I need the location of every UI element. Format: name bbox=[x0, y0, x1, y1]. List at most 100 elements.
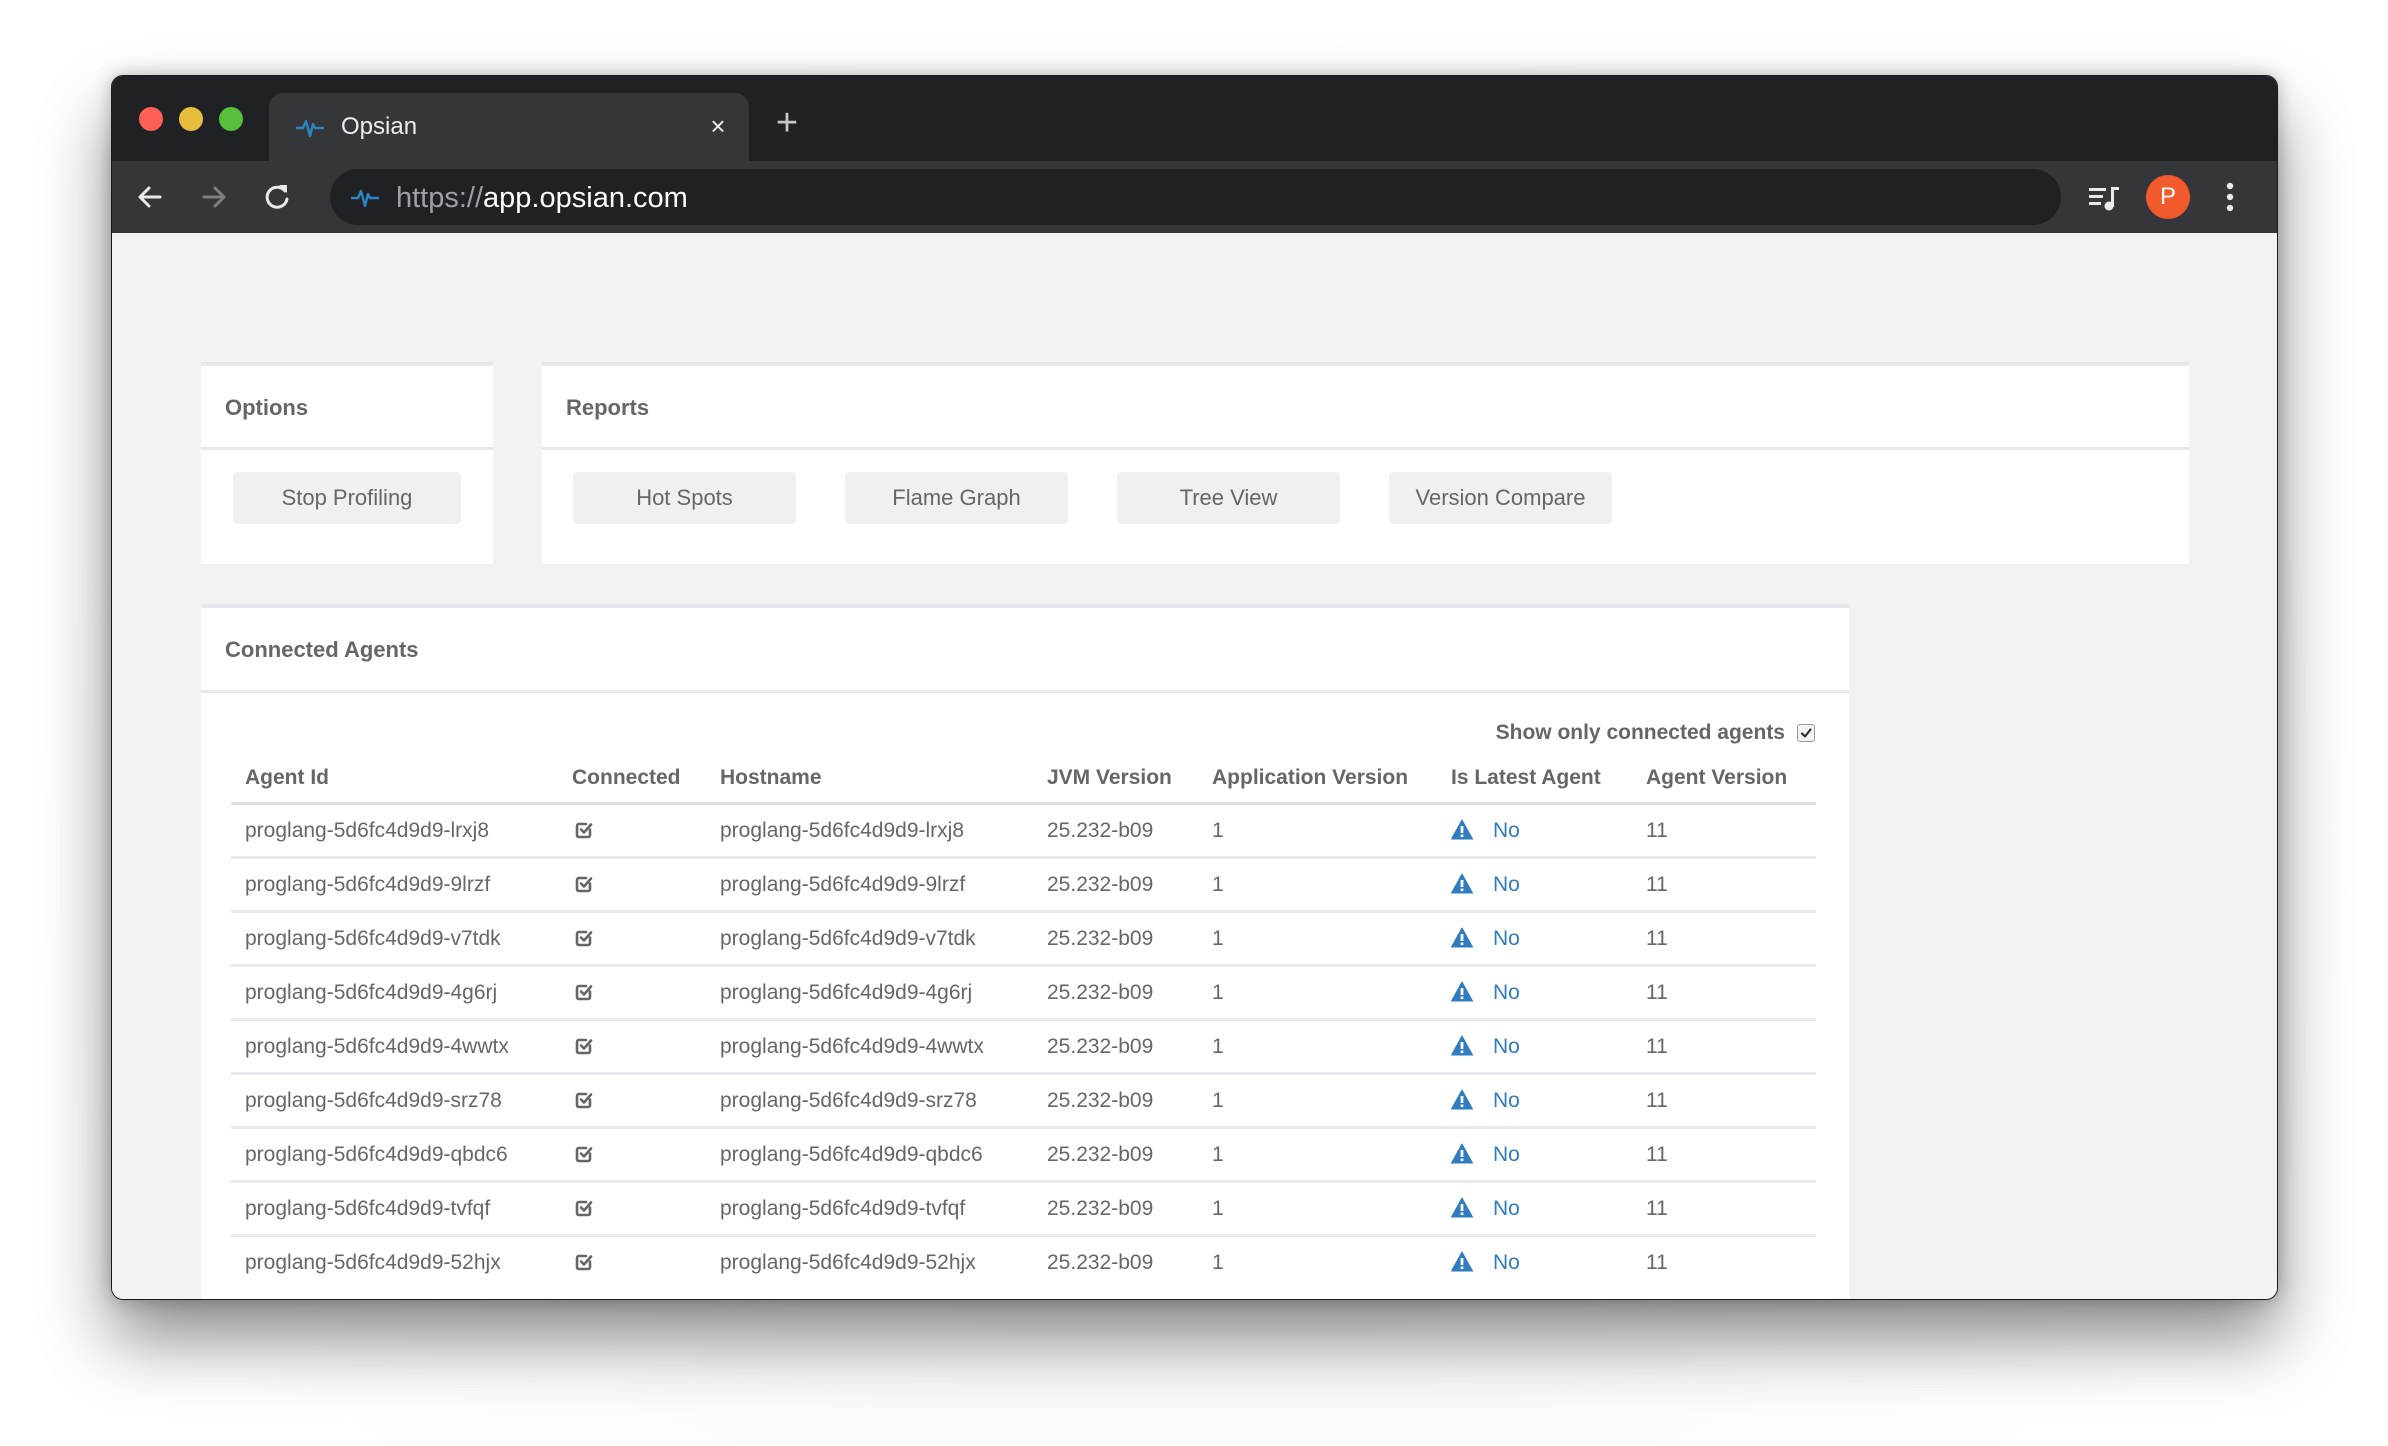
address-bar[interactable]: https://app.opsian.com bbox=[330, 169, 2061, 225]
tab-opsian[interactable]: Opsian × bbox=[269, 93, 749, 161]
hostname-cell: proglang-5d6fc4d9d9-4wwtx bbox=[720, 1035, 984, 1058]
app-version-cell: 1 bbox=[1212, 927, 1224, 950]
is-latest-link[interactable]: No bbox=[1493, 1089, 1520, 1113]
warning-icon bbox=[1451, 1143, 1473, 1164]
is-latest-link[interactable]: No bbox=[1493, 873, 1520, 897]
table-body: proglang-5d6fc4d9d9-lrxj8 proglang-5d6fc… bbox=[231, 805, 1816, 1288]
table-row[interactable]: proglang-5d6fc4d9d9-v7tdk proglang-5d6fc… bbox=[231, 913, 1816, 967]
new-tab-button[interactable]: + bbox=[772, 104, 802, 142]
table-row[interactable]: proglang-5d6fc4d9d9-lrxj8 proglang-5d6fc… bbox=[231, 805, 1816, 859]
agents-title: Connected Agents bbox=[225, 637, 419, 662]
col-agent-id[interactable]: Agent Id bbox=[245, 766, 329, 790]
version-compare-button[interactable]: Version Compare bbox=[1389, 472, 1612, 524]
hot-spots-button[interactable]: Hot Spots bbox=[573, 472, 796, 524]
app-version-cell: 1 bbox=[1212, 1197, 1224, 1220]
jvm-version-cell: 25.232-b09 bbox=[1047, 1143, 1154, 1166]
col-jvm-version[interactable]: JVM Version bbox=[1047, 766, 1172, 790]
hostname-cell: proglang-5d6fc4d9d9-tvfqf bbox=[720, 1197, 966, 1220]
connected-agents-panel: Connected Agents Show only connected age… bbox=[201, 604, 1849, 1299]
jvm-version-cell: 25.232-b09 bbox=[1047, 819, 1154, 842]
flame-graph-button[interactable]: Flame Graph bbox=[845, 472, 1068, 524]
forward-button[interactable] bbox=[196, 179, 232, 215]
is-latest-link[interactable]: No bbox=[1493, 927, 1520, 951]
app-version-cell: 1 bbox=[1212, 1143, 1224, 1166]
connected-filter[interactable]: Show only connected agents bbox=[1496, 720, 1815, 746]
pulse-icon bbox=[296, 119, 324, 138]
warning-icon bbox=[1451, 1089, 1473, 1110]
more-vert-icon[interactable] bbox=[2222, 179, 2238, 215]
agent-id-cell: proglang-5d6fc4d9d9-tvfqf bbox=[245, 1197, 491, 1220]
jvm-version-cell: 25.232-b09 bbox=[1047, 1251, 1154, 1274]
jvm-version-cell: 25.232-b09 bbox=[1047, 927, 1154, 950]
agent-id-cell: proglang-5d6fc4d9d9-9lrzf bbox=[245, 873, 491, 896]
reports-header: Reports bbox=[542, 366, 2189, 450]
is-latest-link[interactable]: No bbox=[1493, 1035, 1520, 1059]
check-square-icon bbox=[575, 1038, 593, 1055]
app-version-cell: 1 bbox=[1212, 819, 1224, 842]
is-latest-link[interactable]: No bbox=[1493, 1197, 1520, 1221]
check-square-icon bbox=[575, 822, 593, 839]
table-row[interactable]: proglang-5d6fc4d9d9-tvfqf proglang-5d6fc… bbox=[231, 1183, 1816, 1237]
agent-id-cell: proglang-5d6fc4d9d9-v7tdk bbox=[245, 927, 501, 950]
col-hostname[interactable]: Hostname bbox=[720, 766, 822, 790]
is-latest-link[interactable]: No bbox=[1493, 1143, 1520, 1167]
table-row[interactable]: proglang-5d6fc4d9d9-52hjx proglang-5d6fc… bbox=[231, 1237, 1816, 1288]
options-title: Options bbox=[225, 395, 309, 420]
check-square-icon bbox=[575, 1092, 593, 1109]
agents-table: Agent Id Connected Hostname JVM Version … bbox=[231, 758, 1816, 1288]
minimize-window-button[interactable] bbox=[179, 107, 203, 131]
checkmark-icon bbox=[1800, 728, 1812, 738]
connected-filter-checkbox[interactable] bbox=[1797, 724, 1815, 742]
app-version-cell: 1 bbox=[1212, 1035, 1224, 1058]
agent-version-cell: 11 bbox=[1646, 1089, 1668, 1112]
agent-id-cell: proglang-5d6fc4d9d9-4g6rj bbox=[245, 981, 498, 1004]
close-window-button[interactable] bbox=[139, 107, 163, 131]
col-agent-version[interactable]: Agent Version bbox=[1646, 766, 1787, 790]
col-is-latest-agent[interactable]: Is Latest Agent bbox=[1451, 766, 1601, 790]
tab-close-icon[interactable]: × bbox=[704, 112, 732, 140]
agent-id-cell: proglang-5d6fc4d9d9-srz78 bbox=[245, 1089, 502, 1112]
is-latest-link[interactable]: No bbox=[1493, 1251, 1520, 1275]
agent-version-cell: 11 bbox=[1646, 1197, 1668, 1220]
is-latest-link[interactable]: No bbox=[1493, 819, 1520, 843]
hostname-cell: proglang-5d6fc4d9d9-9lrzf bbox=[720, 873, 966, 896]
warning-icon bbox=[1451, 1197, 1473, 1218]
tree-view-button[interactable]: Tree View bbox=[1117, 472, 1340, 524]
options-panel: Options Stop Profiling bbox=[201, 362, 493, 564]
site-pulse-icon bbox=[351, 189, 379, 208]
col-connected[interactable]: Connected bbox=[572, 766, 681, 790]
check-square-icon bbox=[575, 876, 593, 893]
agent-id-cell: proglang-5d6fc4d9d9-52hjx bbox=[245, 1251, 501, 1274]
table-row[interactable]: proglang-5d6fc4d9d9-9lrzf proglang-5d6fc… bbox=[231, 859, 1816, 913]
table-row[interactable]: proglang-5d6fc4d9d9-4wwtx proglang-5d6fc… bbox=[231, 1021, 1816, 1075]
reload-button[interactable] bbox=[259, 179, 295, 215]
warning-icon bbox=[1451, 873, 1473, 894]
agent-version-cell: 11 bbox=[1646, 927, 1668, 950]
arrow-left-icon bbox=[138, 186, 162, 208]
maximize-window-button[interactable] bbox=[219, 107, 243, 131]
table-row[interactable]: proglang-5d6fc4d9d9-srz78 proglang-5d6fc… bbox=[231, 1075, 1816, 1129]
reload-icon bbox=[265, 185, 289, 209]
agent-id-cell: proglang-5d6fc4d9d9-4wwtx bbox=[245, 1035, 509, 1058]
check-square-icon bbox=[575, 1146, 593, 1163]
app-version-cell: 1 bbox=[1212, 1089, 1224, 1112]
hostname-cell: proglang-5d6fc4d9d9-52hjx bbox=[720, 1251, 976, 1274]
media-control-icon[interactable] bbox=[2087, 181, 2121, 213]
profile-avatar[interactable]: P bbox=[2146, 175, 2190, 219]
warning-icon bbox=[1451, 927, 1473, 948]
hostname-cell: proglang-5d6fc4d9d9-v7tdk bbox=[720, 927, 976, 950]
page-content: Options Stop Profiling Reports Hot Spots… bbox=[112, 233, 2277, 1299]
check-square-icon bbox=[575, 1254, 593, 1271]
agent-version-cell: 11 bbox=[1646, 819, 1668, 842]
table-header: Agent Id Connected Hostname JVM Version … bbox=[231, 758, 1816, 805]
back-button[interactable] bbox=[132, 179, 168, 215]
jvm-version-cell: 25.232-b09 bbox=[1047, 873, 1154, 896]
jvm-version-cell: 25.232-b09 bbox=[1047, 1089, 1154, 1112]
col-application-version[interactable]: Application Version bbox=[1212, 766, 1408, 790]
app-version-cell: 1 bbox=[1212, 1251, 1224, 1274]
table-row[interactable]: proglang-5d6fc4d9d9-qbdc6 proglang-5d6fc… bbox=[231, 1129, 1816, 1183]
stop-profiling-button[interactable]: Stop Profiling bbox=[233, 472, 461, 524]
agent-version-cell: 11 bbox=[1646, 873, 1668, 896]
table-row[interactable]: proglang-5d6fc4d9d9-4g6rj proglang-5d6fc… bbox=[231, 967, 1816, 1021]
is-latest-link[interactable]: No bbox=[1493, 981, 1520, 1005]
